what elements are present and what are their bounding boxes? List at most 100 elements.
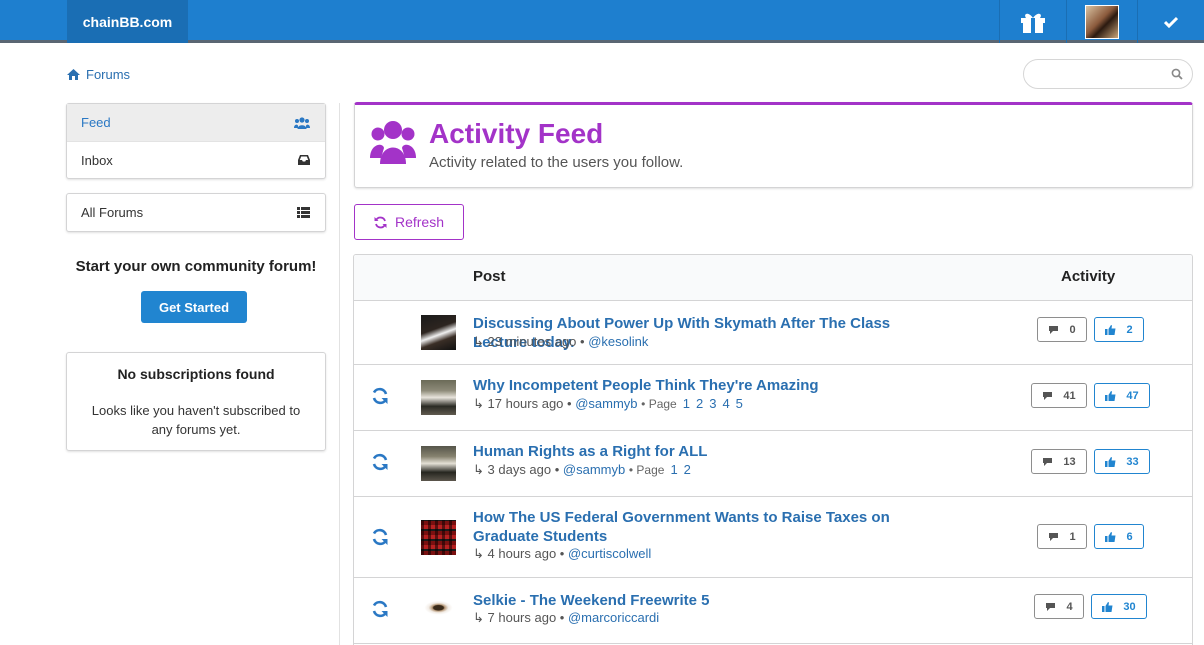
post-author-link[interactable]: @sammyb (575, 396, 637, 411)
sidebar-item-label: All Forums (81, 205, 144, 220)
post-time: 23 minutes ago (487, 334, 577, 349)
comment-icon (1043, 392, 1053, 400)
comments-count-button[interactable]: 41 (1031, 383, 1087, 408)
table-row: Discussing About Power Up With Skymath A… (354, 301, 1192, 365)
comment-icon (1049, 326, 1059, 334)
subscriptions-message: Looks like you haven't subscribed to any… (91, 403, 301, 437)
post-author-link[interactable]: @marcoriccardi (568, 610, 659, 625)
post-title-link[interactable]: Selkie - The Weekend Freewrite 5 (473, 591, 943, 610)
likes-count-button[interactable]: 47 (1094, 383, 1150, 408)
sidebar-item-all-forums[interactable]: All Forums (67, 194, 325, 231)
likes-count-button[interactable]: 30 (1091, 594, 1147, 619)
post-author-link[interactable]: @sammyb (563, 462, 625, 477)
thumbs-up-icon (1105, 456, 1116, 467)
sidebar-forums-menu: All Forums (66, 193, 326, 232)
post-stats: 1 6 (1037, 524, 1144, 549)
comments-count-button[interactable]: 13 (1031, 449, 1087, 474)
post-meta: ↳ 17 hours ago • @sammyb • Page 1 2 3 4 5 (473, 396, 743, 411)
post-time: 3 days ago (487, 462, 552, 477)
table-header: Post Activity (354, 255, 1192, 301)
post-meta: ↳ 3 days ago • @sammyb • Page 1 2 (473, 462, 691, 477)
post-thumbnail[interactable] (421, 446, 456, 481)
page-link[interactable]: 2 (696, 396, 703, 411)
post-meta: ↳ 4 hours ago • @curtiscolwell (473, 546, 652, 561)
refresh-icon[interactable] (371, 453, 389, 471)
post-author-link[interactable]: @kesolink (588, 334, 648, 349)
post-thumbnail[interactable] (421, 520, 456, 555)
thumbs-up-icon (1105, 390, 1116, 401)
post-meta: ↳ 23 minutes ago • @kesolink (473, 334, 649, 349)
page-label: Page (648, 397, 677, 411)
page-link[interactable]: 1 (683, 396, 690, 411)
user-avatar-button[interactable] (1066, 0, 1136, 43)
page-link[interactable]: 1 (670, 462, 677, 477)
refresh-button[interactable]: Refresh (354, 204, 464, 240)
column-header-post: Post (473, 268, 506, 285)
table-row: How The US Federal Government Wants to R… (354, 497, 1192, 578)
top-navbar: chainBB.com (0, 0, 1204, 43)
page-link[interactable]: 4 (722, 396, 729, 411)
sidebar-item-feed[interactable]: Feed (67, 104, 325, 141)
likes-count: 2 (1126, 323, 1133, 336)
refresh-icon[interactable] (371, 528, 389, 546)
sidebar-menu: Feed Inbox (66, 103, 326, 179)
subscriptions-title: No subscriptions found (117, 366, 275, 382)
page-link[interactable]: 2 (684, 462, 691, 477)
thumbs-up-icon (1102, 601, 1113, 612)
breadcrumb[interactable]: Forums (67, 67, 130, 82)
comments-count-button[interactable]: 4 (1034, 594, 1084, 619)
table-row: Human Rights as a Right for ALL ↳ 3 days… (354, 431, 1192, 497)
likes-count-button[interactable]: 33 (1094, 449, 1150, 474)
comments-count-button[interactable]: 0 (1037, 317, 1087, 342)
post-stats: 41 47 (1031, 383, 1150, 408)
likes-count: 47 (1126, 389, 1139, 402)
check-button[interactable] (1137, 0, 1204, 43)
sidebar-item-label: Feed (81, 115, 111, 130)
post-author-link[interactable]: @curtiscolwell (568, 546, 651, 561)
sidebar-item-label: Inbox (81, 152, 113, 168)
post-thumbnail[interactable] (421, 380, 456, 415)
list-icon (297, 207, 310, 218)
post-title-link[interactable]: Why Incompetent People Think They're Ama… (473, 376, 943, 395)
search-input[interactable] (1023, 59, 1193, 89)
post-stats: 0 2 (1037, 317, 1144, 342)
likes-count-button[interactable]: 2 (1094, 317, 1144, 342)
post-time: 4 hours ago (487, 546, 557, 561)
page-label: Page (636, 463, 665, 477)
refresh-icon[interactable] (371, 387, 389, 405)
sidebar-item-inbox[interactable]: Inbox (67, 141, 325, 178)
page-link[interactable]: 3 (709, 396, 716, 411)
gift-button[interactable] (999, 0, 1065, 43)
inbox-icon (298, 155, 310, 165)
gift-icon (1020, 13, 1045, 33)
avatar (1084, 4, 1119, 39)
refresh-label: Refresh (394, 214, 445, 230)
table-row: Selkie - The Weekend Freewrite 5 ↳ 7 hou… (354, 578, 1192, 644)
brand-logo[interactable]: chainBB.com (67, 0, 188, 43)
comments-count-button[interactable]: 1 (1037, 524, 1087, 549)
home-icon (67, 69, 80, 80)
post-thumbnail[interactable] (421, 592, 456, 627)
comments-count: 0 (1069, 323, 1076, 336)
column-header-activity: Activity (1061, 268, 1116, 285)
post-title-link[interactable]: Human Rights as a Right for ALL (473, 442, 943, 461)
comments-count: 13 (1063, 455, 1076, 468)
refresh-icon[interactable] (371, 600, 389, 618)
likes-count: 30 (1123, 600, 1136, 613)
comment-icon (1043, 458, 1053, 466)
post-meta: ↳ 7 hours ago • @marcoriccardi (473, 610, 660, 625)
get-started-button[interactable]: Get Started (141, 291, 247, 323)
breadcrumb-forums-link[interactable]: Forums (86, 67, 130, 82)
likes-count-button[interactable]: 6 (1094, 524, 1144, 549)
users-icon (294, 116, 310, 129)
post-thumbnail[interactable] (421, 315, 456, 350)
feed-table: Post Activity Discussing About Power Up … (353, 254, 1193, 645)
comment-icon (1046, 603, 1056, 611)
post-title-link[interactable]: How The US Federal Government Wants to R… (473, 508, 943, 546)
page-link[interactable]: 5 (736, 396, 743, 411)
page-subtitle: Activity related to the users you follow… (429, 154, 684, 171)
column-divider (339, 103, 340, 645)
comments-count: 41 (1063, 389, 1076, 402)
users-icon (370, 121, 416, 164)
promo-title: Start your own community forum! (75, 258, 317, 275)
